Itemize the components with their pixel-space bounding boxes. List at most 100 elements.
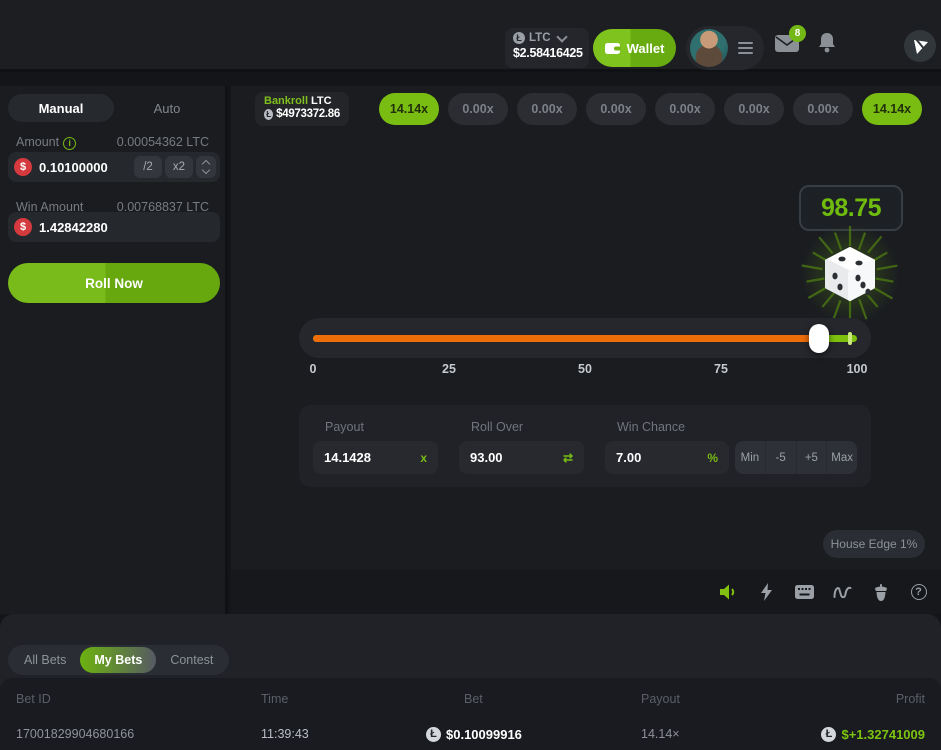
bets-tabs: All Bets My Bets Contest (8, 645, 229, 675)
amount-stepper[interactable] (196, 156, 216, 178)
col-bet-id: Bet ID (16, 692, 261, 706)
messages-badge: 8 (789, 25, 806, 42)
ltc-coin-icon: Ł (426, 727, 441, 742)
minus-5-button[interactable]: -5 (765, 441, 796, 474)
dice-game-panel: BankrollLTC Ł $4973372.86 14.14x 0.00x 0… (231, 86, 941, 570)
tick-label: 0 (310, 362, 317, 376)
table-header: Bet ID Time Bet Payout Profit (16, 678, 925, 716)
ltc-coin-icon: Ł (821, 727, 836, 742)
hotkeys-icon[interactable] (795, 583, 814, 602)
roll-over-field: ⇄ (459, 441, 584, 474)
seed-icon[interactable] (871, 583, 890, 602)
slider (299, 318, 871, 358)
amount-input[interactable] (32, 160, 131, 175)
max-button[interactable]: Max (826, 441, 857, 474)
payout-input[interactable] (324, 450, 394, 465)
slider-scale: 0 25 50 75 100 (313, 362, 857, 378)
wallet-button[interactable]: Wallet (593, 29, 676, 67)
win-chance-input[interactable] (616, 450, 686, 465)
ltc-coin-icon: Ł (264, 109, 273, 120)
slider-track[interactable] (313, 335, 857, 342)
avatar[interactable] (690, 29, 728, 67)
roll-now-button[interactable]: Roll Now (8, 263, 220, 303)
bets-table: Bet ID Time Bet Payout Profit 1700182990… (0, 678, 941, 750)
amount-crypto-value: 0.00054362 LTC (117, 135, 209, 149)
tab-my-bets[interactable]: My Bets (80, 647, 156, 673)
notifications-button[interactable] (818, 33, 836, 54)
bet-cell: Ł $0.10099916 (426, 727, 641, 742)
percent-suffix: % (707, 451, 718, 465)
win-amount-field: $ (8, 212, 220, 242)
tick-label: 100 (847, 362, 868, 376)
help-icon[interactable]: ? (909, 583, 928, 602)
payout-suffix: x (420, 451, 427, 465)
tab-manual[interactable]: Manual (8, 94, 114, 122)
col-time: Time (261, 692, 426, 706)
col-payout: Payout (641, 692, 801, 706)
stats-icon[interactable] (833, 583, 852, 602)
col-profit: Profit (801, 692, 925, 706)
roll-over-label: Roll Over (471, 420, 523, 434)
ltc-coin-icon: Ł (513, 32, 525, 44)
bankroll-currency: LTC (311, 95, 332, 107)
history-chip[interactable]: 0.00x (793, 93, 853, 125)
history-chip[interactable]: 14.14x (379, 93, 439, 125)
roll-history: 14.14x 0.00x 0.00x 0.00x 0.00x 0.00x 0.0… (379, 93, 922, 125)
bets-section: All Bets My Bets Contest Bet ID Time Bet… (0, 614, 941, 750)
win-chance-field: % (605, 441, 729, 474)
tick-label: 25 (442, 362, 456, 376)
history-chip[interactable]: 0.00x (448, 93, 508, 125)
tab-auto[interactable]: Auto (114, 94, 220, 122)
bet-id-cell: 17001829904680166 (16, 727, 261, 741)
dice-icon (790, 222, 910, 326)
tick-label: 50 (578, 362, 592, 376)
double-bet-button[interactable]: x2 (165, 156, 193, 178)
messages-button[interactable]: 8 (775, 35, 799, 52)
half-bet-button[interactable]: /2 (134, 156, 162, 178)
history-chip[interactable]: 0.00x (724, 93, 784, 125)
min-button[interactable]: Min (735, 441, 765, 474)
game-toolbar: ? (231, 570, 941, 614)
roll-over-input[interactable] (470, 450, 540, 465)
bell-icon (818, 33, 836, 54)
currency-selector[interactable]: Ł LTC $2.58416425 (505, 28, 589, 68)
slider-handle[interactable] (809, 324, 829, 353)
info-icon[interactable]: i (63, 137, 76, 150)
col-bet: Bet (426, 692, 641, 706)
usd-coin-icon: $ (14, 218, 32, 236)
house-edge-button[interactable]: House Edge 1% (823, 530, 925, 558)
result-marker (848, 332, 852, 345)
quick-bets-icon[interactable] (757, 583, 776, 602)
tab-contest[interactable]: Contest (156, 647, 227, 673)
user-menu[interactable] (686, 26, 764, 70)
wallet-button-label: Wallet (627, 41, 665, 56)
bet-controls-panel: Manual Auto Amounti 0.00054362 LTC $ /2 … (0, 86, 228, 614)
usd-coin-icon: $ (14, 158, 32, 176)
win-chance-label: Win Chance (617, 420, 685, 434)
brand-logo[interactable] (904, 30, 936, 62)
payout-label: Payout (325, 420, 364, 434)
slider-fill (313, 335, 819, 342)
top-bar: Ł LTC $2.58416425 Wallet 8 (0, 0, 941, 72)
menu-icon[interactable] (738, 42, 753, 57)
time-cell: 11:39:43 (261, 727, 426, 741)
payout-cell: 14.14× (641, 727, 801, 741)
table-row[interactable]: 17001829904680166 11:39:43 Ł $0.10099916… (16, 716, 925, 750)
bankroll-value: $4973372.86 (276, 108, 340, 120)
plus-5-button[interactable]: +5 (796, 441, 827, 474)
history-chip[interactable]: 0.00x (655, 93, 715, 125)
wallet-icon (605, 42, 621, 55)
history-chip[interactable]: 14.14x (862, 93, 922, 125)
win-chance-adjust-buttons: Min -5 +5 Max (735, 441, 857, 474)
history-chip[interactable]: 0.00x (586, 93, 646, 125)
amount-label: Amounti (16, 135, 76, 150)
tab-all-bets[interactable]: All Bets (10, 647, 80, 673)
wallet-balance: $2.58416425 (513, 46, 581, 60)
win-amount-input[interactable] (32, 220, 216, 235)
sound-icon[interactable] (719, 583, 738, 602)
history-chip[interactable]: 0.00x (517, 93, 577, 125)
amount-field: $ /2 x2 (8, 152, 220, 182)
dice-game-page: Ł LTC $2.58416425 Wallet 8 (0, 0, 941, 750)
currency-code: LTC (529, 32, 551, 44)
swap-arrows-icon[interactable]: ⇄ (563, 451, 573, 465)
